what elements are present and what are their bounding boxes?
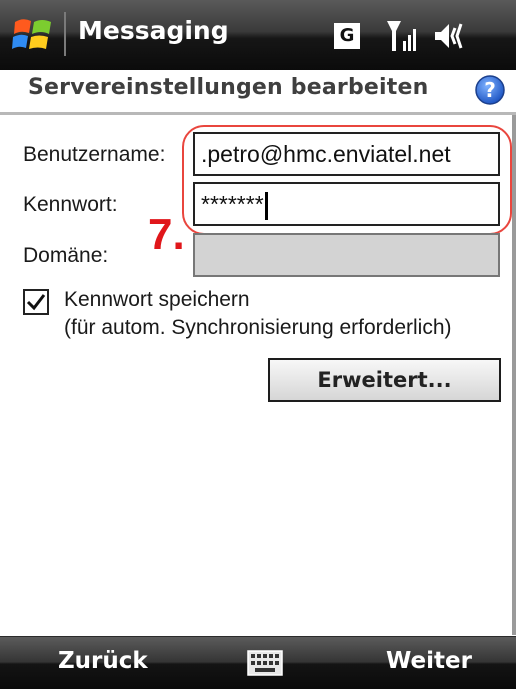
title-separator	[64, 12, 66, 56]
scrollbar[interactable]	[512, 115, 516, 635]
keyboard-icon[interactable]	[247, 650, 283, 676]
domain-label: Domäne:	[23, 244, 109, 267]
save-password-checkbox[interactable]	[23, 289, 49, 315]
step-number: 7.	[148, 210, 185, 259]
app-title: Messaging	[78, 16, 229, 45]
domain-field[interactable]	[193, 233, 500, 277]
checkmark-icon	[26, 294, 46, 311]
page-header: Servereinstellungen bearbeiten ?	[0, 70, 516, 112]
signal-icon[interactable]	[385, 17, 421, 55]
header-divider	[0, 112, 516, 115]
softkey-bar: Zurück Weiter	[0, 636, 516, 689]
volume-icon[interactable]	[432, 19, 468, 53]
highlight-ellipse	[182, 125, 512, 235]
username-label: Benutzername:	[23, 143, 166, 166]
windows-start-icon[interactable]	[12, 13, 54, 55]
back-softkey[interactable]: Zurück	[58, 648, 148, 674]
page-title: Servereinstellungen bearbeiten	[28, 75, 429, 100]
status-bar: Messaging G	[0, 0, 516, 71]
next-softkey[interactable]: Weiter	[386, 648, 472, 674]
gprs-badge: G	[334, 23, 360, 49]
save-password-line1: Kennwort speichern	[64, 288, 250, 311]
save-password-label[interactable]: Kennwort speichern (für autom. Synchroni…	[64, 286, 452, 342]
help-icon[interactable]: ?	[474, 74, 506, 106]
svg-text:?: ?	[484, 78, 496, 102]
advanced-button[interactable]: Erweitert...	[268, 358, 501, 402]
password-label: Kennwort:	[23, 193, 118, 216]
save-password-line2: (für autom. Synchronisierung erforderlic…	[64, 316, 452, 339]
